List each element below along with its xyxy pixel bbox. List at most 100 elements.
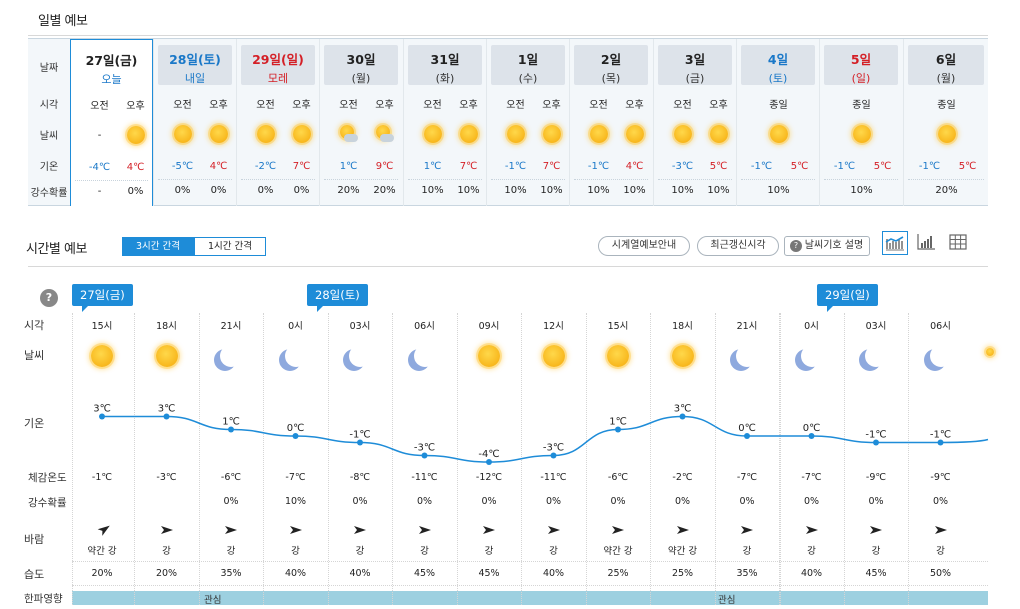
day-rain-prob: 10% bbox=[707, 185, 730, 196]
day-max-temp: 5℃ bbox=[790, 161, 809, 172]
humidity-value: 40% bbox=[800, 568, 823, 579]
day-header[interactable]: 28일(토) 내일 bbox=[158, 45, 232, 85]
temperature-point[interactable] bbox=[808, 433, 815, 439]
day-column[interactable]: 31일 (화) 오전 오후 1℃ 7℃ 10% 10% bbox=[403, 39, 486, 206]
day-separator bbox=[72, 313, 73, 605]
sun-icon bbox=[155, 345, 178, 367]
hourly-help-icon[interactable]: ? bbox=[40, 289, 58, 307]
day-column[interactable]: 30일 (월) 오전 오후 1℃ 9℃ 20% 20% bbox=[319, 39, 402, 206]
temperature-point[interactable] bbox=[937, 439, 944, 446]
interval-1h-toggle[interactable]: 1시간 간격 bbox=[194, 237, 266, 256]
humidity-value: 35% bbox=[220, 568, 242, 579]
day-column[interactable]: 2일 (목) 오전 오후 -1℃ 4℃ 10% 10% bbox=[569, 39, 652, 206]
wind-strength: 강 bbox=[936, 546, 945, 557]
temperature-point[interactable] bbox=[292, 433, 299, 439]
day-min-temp: -5℃ bbox=[171, 161, 194, 172]
day-min-temp: -4℃ bbox=[88, 162, 111, 173]
day-column[interactable]: 6일 (월) 종일 -1℃ 5℃ 20% bbox=[903, 39, 988, 206]
day-rain-prob: - bbox=[97, 186, 102, 197]
bar-chart-view-icon[interactable] bbox=[914, 231, 940, 255]
moon-icon bbox=[865, 345, 887, 367]
temperature-point[interactable] bbox=[679, 413, 686, 420]
feels-like-temp: -12℃ bbox=[475, 472, 503, 483]
graph-view-icon[interactable] bbox=[882, 231, 908, 255]
day-time-label: 오전 bbox=[339, 100, 358, 111]
interval-3h-toggle[interactable]: 3시간 간격 bbox=[122, 237, 194, 256]
temperature-point[interactable] bbox=[421, 452, 428, 459]
day-header[interactable]: 3일 (금) bbox=[658, 45, 732, 85]
latest-update-button[interactable]: 최근갱신시각 bbox=[697, 236, 779, 256]
day-time-label: 오전 bbox=[506, 100, 525, 111]
temperature-point[interactable] bbox=[163, 413, 170, 420]
temperature-point[interactable] bbox=[99, 413, 105, 420]
day-date: 3일 bbox=[684, 52, 706, 67]
cold-impact-level: 관심 bbox=[718, 595, 736, 606]
day-column[interactable]: 5일 (일) 종일 -1℃ 5℃ 10% bbox=[819, 39, 902, 206]
wind-strength: 강 bbox=[291, 546, 300, 557]
temperature-point[interactable] bbox=[228, 426, 234, 433]
feels-like-temp: -11℃ bbox=[411, 472, 438, 483]
hour-time: 21시 bbox=[220, 321, 242, 332]
hour-time: 0시 bbox=[804, 321, 819, 332]
temp-row-divider bbox=[491, 179, 565, 180]
day-header[interactable]: 31일 (화) bbox=[408, 45, 482, 85]
hour-time: 03시 bbox=[865, 321, 887, 332]
wind-direction-icon bbox=[482, 520, 496, 534]
day-header[interactable]: 5일 (일) bbox=[824, 45, 898, 85]
moon-icon bbox=[736, 345, 758, 367]
day-header[interactable]: 29일(일) 모레 bbox=[241, 45, 315, 85]
day-rain-prob: 10% bbox=[540, 185, 563, 196]
hour-rain-prob: 0% bbox=[545, 496, 562, 507]
hour-separator bbox=[134, 313, 136, 605]
humidity-value: 35% bbox=[736, 568, 758, 579]
day-date: 31일 bbox=[430, 52, 460, 67]
row-label-rain: 강수확률 bbox=[30, 188, 68, 199]
temperature-label: -3℃ bbox=[414, 443, 435, 454]
day-time-label: 오전 bbox=[673, 100, 692, 111]
day-column[interactable]: 4일 (토) 종일 -1℃ 5℃ 10% bbox=[736, 39, 819, 206]
day-header[interactable]: 1일 (수) bbox=[491, 45, 565, 85]
day-column[interactable]: 28일(토) 내일 오전 오후 -5℃ 4℃ 0% 0% bbox=[153, 39, 236, 206]
timeseries-guide-button[interactable]: 시계열예보안내 bbox=[598, 236, 690, 256]
hour-rain-prob: 0% bbox=[352, 496, 368, 507]
sun-icon bbox=[542, 125, 561, 143]
temp-row-divider bbox=[824, 179, 898, 180]
day-header[interactable]: 30일 (월) bbox=[324, 45, 398, 85]
day-column[interactable]: 1일 (수) 오전 오후 -1℃ 7℃ 10% 10% bbox=[486, 39, 569, 206]
day-max-temp: 4℃ bbox=[625, 161, 644, 172]
day-rain-prob: 10% bbox=[587, 185, 610, 196]
temperature-point[interactable] bbox=[486, 459, 492, 465]
feels-like-temp: -9℃ bbox=[865, 472, 887, 483]
day-subtitle: (월) bbox=[936, 72, 956, 85]
empty-weather-dash: - bbox=[97, 130, 102, 141]
day-header[interactable]: 2일 (목) bbox=[574, 45, 648, 85]
help-icon: ? bbox=[790, 240, 802, 252]
day-column[interactable]: 3일 (금) 오전 오후 -3℃ 5℃ 10% 10% bbox=[653, 39, 736, 206]
day-time-label: 오전 bbox=[90, 101, 109, 112]
temperature-point[interactable] bbox=[873, 439, 879, 446]
day-column[interactable]: 29일(일) 모레 오전 오후 -2℃ 7℃ 0% 0% bbox=[236, 39, 319, 206]
wind-strength: 강 bbox=[420, 546, 429, 557]
temp-row-divider bbox=[75, 180, 148, 181]
sun-icon bbox=[937, 125, 956, 143]
temperature-label: -4℃ bbox=[478, 449, 499, 460]
wind-strength: 강 bbox=[807, 546, 816, 557]
day-header[interactable]: 4일 (토) bbox=[741, 45, 815, 85]
weather-symbol-help-button[interactable]: ? 날씨기호 설명 bbox=[784, 236, 870, 256]
sun-icon bbox=[478, 345, 500, 367]
temperature-point[interactable] bbox=[744, 433, 750, 439]
day-rain-prob: 10% bbox=[421, 185, 444, 196]
moon-icon bbox=[414, 345, 436, 367]
day-column[interactable]: 27일(금) 오늘 오전 오후 - -4℃ 4℃ - 0% bbox=[70, 39, 153, 206]
temp-row-divider bbox=[741, 179, 815, 180]
table-view-icon[interactable] bbox=[946, 231, 972, 255]
cold-impact-level: 관심 bbox=[204, 595, 222, 606]
day-max-temp: 5℃ bbox=[873, 161, 892, 172]
temperature-point[interactable] bbox=[357, 439, 363, 446]
hour-separator bbox=[585, 313, 587, 605]
day-header[interactable]: 27일(금) 오늘 bbox=[75, 46, 148, 86]
temperature-point[interactable] bbox=[550, 452, 557, 459]
day-header[interactable]: 6일 (월) bbox=[908, 45, 984, 85]
hourly-label-weather: 날씨 bbox=[24, 349, 45, 362]
temperature-point[interactable] bbox=[615, 426, 621, 433]
